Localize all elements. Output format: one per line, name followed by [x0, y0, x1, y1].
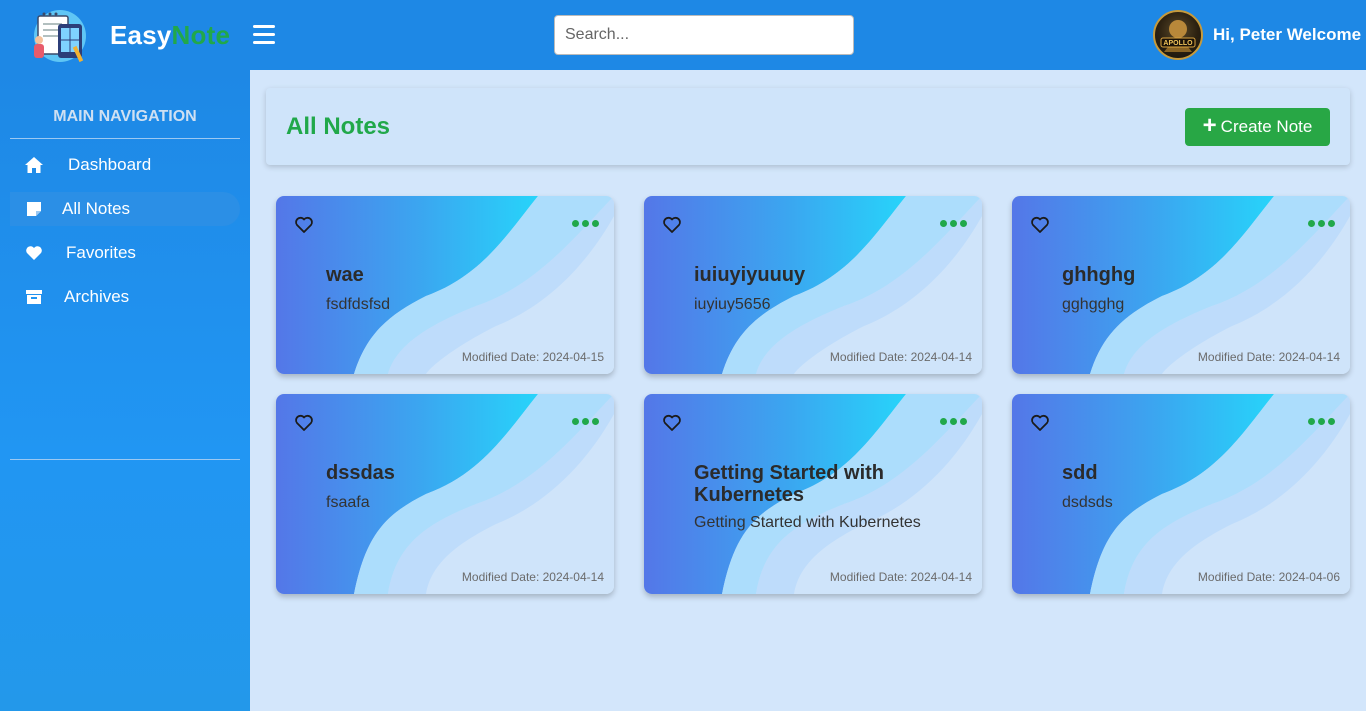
note-modified-date: Modified Date: 2024-04-14	[829, 570, 972, 584]
more-options-icon[interactable]	[572, 220, 599, 227]
heart-icon	[24, 243, 44, 263]
note-body: iuyiuy5656	[694, 296, 771, 313]
more-options-icon[interactable]	[572, 418, 599, 425]
search-input[interactable]	[554, 15, 854, 55]
note-modified-date: Modified Date: 2024-04-15	[461, 350, 604, 364]
favorite-heart-icon[interactable]	[294, 414, 314, 432]
note-card[interactable]: wae fsdfdsfsd Modified Date: 2024-04-15	[276, 196, 614, 374]
sidebar-item-label: Favorites	[66, 243, 136, 262]
note-card[interactable]: sdd dsdsds Modified Date: 2024-04-06	[1012, 394, 1350, 594]
more-options-icon[interactable]	[940, 220, 967, 227]
home-icon	[24, 155, 44, 175]
note-title: dssdas	[326, 462, 395, 484]
sidebar-item-archives[interactable]: Archives	[10, 280, 240, 314]
menu-toggle-icon[interactable]	[253, 25, 275, 44]
more-options-icon[interactable]	[1308, 418, 1335, 425]
note-body: dsdsds	[1062, 494, 1113, 511]
plus-icon: +	[1202, 112, 1217, 139]
sidebar-item-label: Archives	[64, 287, 130, 306]
brand-part-note: Note	[171, 20, 231, 50]
favorite-heart-icon[interactable]	[294, 216, 314, 234]
nav-section-title: MAIN NAVIGATION	[53, 108, 197, 125]
avatar[interactable]: APOLLO	[1153, 10, 1203, 60]
note-body: fsaafa	[326, 494, 370, 511]
favorite-heart-icon[interactable]	[1030, 414, 1050, 432]
page-title: All Notes	[286, 113, 391, 140]
archive-icon	[24, 287, 44, 307]
favorite-heart-icon[interactable]	[1030, 216, 1050, 234]
more-options-icon[interactable]	[940, 418, 967, 425]
note-title: Getting Started with Kubernetes	[694, 462, 884, 506]
create-note-label: Create Note	[1220, 117, 1313, 136]
sidebar-item-label: Dashboard	[68, 155, 152, 174]
note-card[interactable]: iuiuyiyuuuy iuyiuy5656 Modified Date: 20…	[644, 196, 982, 374]
note-modified-date: Modified Date: 2024-04-14	[461, 570, 604, 584]
note-card[interactable]: ghhghg gghgghg Modified Date: 2024-04-14	[1012, 196, 1350, 374]
nav-divider-top	[10, 138, 240, 139]
user-greeting: Hi, Peter Welcome	[1213, 25, 1362, 44]
note-body: Getting Started with Kubernetes	[694, 514, 921, 531]
avatar-logo-text: APOLLO	[1163, 40, 1193, 47]
page-header: All Notes + Create Note	[266, 88, 1350, 165]
note-icon	[24, 199, 44, 219]
note-title: iuiuyiyuuuy	[694, 264, 806, 286]
note-modified-date: Modified Date: 2024-04-06	[1197, 570, 1340, 584]
note-body: gghgghg	[1062, 296, 1125, 313]
note-modified-date: Modified Date: 2024-04-14	[1197, 350, 1340, 364]
sidebar-item-dashboard[interactable]: Dashboard	[10, 148, 240, 182]
create-note-button[interactable]: + Create Note	[1185, 108, 1330, 146]
sidebar: MAIN NAVIGATION Dashboard All Notes Favo…	[0, 70, 250, 711]
note-modified-date: Modified Date: 2024-04-14	[829, 350, 972, 364]
note-body: fsdfdsfsd	[326, 296, 391, 313]
sidebar-item-all-notes[interactable]: All Notes	[10, 192, 240, 226]
favorite-heart-icon[interactable]	[662, 414, 682, 432]
brand-name: EasyNote	[110, 20, 230, 51]
more-options-icon[interactable]	[1308, 220, 1335, 227]
favorite-heart-icon[interactable]	[662, 216, 682, 234]
note-title: ghhghg	[1062, 264, 1136, 286]
note-title: sdd	[1062, 462, 1098, 484]
note-card[interactable]: Getting Started with Kubernetes Getting …	[644, 394, 982, 594]
brand-part-easy: Easy	[110, 20, 172, 50]
sidebar-item-label: All Notes	[62, 199, 131, 218]
note-card[interactable]: dssdas fsaafa Modified Date: 2024-04-14	[276, 394, 614, 594]
nav-divider-bottom	[10, 459, 240, 460]
top-header: EasyNote APOLLO Hi, Peter Welcome	[0, 0, 1366, 70]
app-logo[interactable]	[24, 8, 94, 66]
note-title: wae	[326, 264, 364, 286]
sidebar-item-favorites[interactable]: Favorites	[10, 236, 240, 270]
